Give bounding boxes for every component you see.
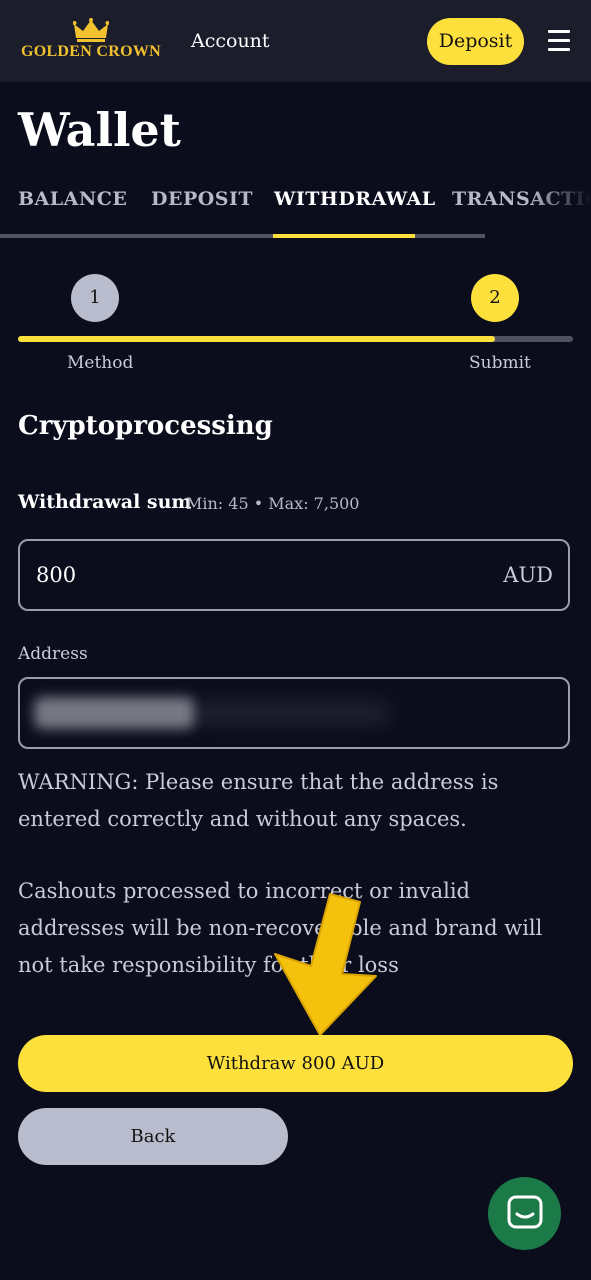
page-title: Wallet [18,103,181,157]
address-label: Address [18,644,88,664]
withdrawal-sum-label: Withdrawal sum [18,491,192,513]
brand-name: GOLDEN CROWN [20,43,162,60]
withdraw-button[interactable]: Withdraw 800 AUD [18,1035,573,1092]
redacted-address [34,697,194,729]
address-warning: WARNING: Please ensure that the address … [18,770,499,831]
step-1-label: Method [67,353,134,373]
currency-label: AUD [503,563,553,587]
step-progress-fill [18,336,496,342]
tabs-fade [531,182,591,240]
tab-deposit[interactable]: DEPOSIT [151,188,253,210]
tab-balance[interactable]: BALANCE [18,188,127,210]
step-2-label: Submit [469,353,531,373]
step-1-circle: 1 [71,274,119,322]
deposit-button[interactable]: Deposit [427,18,524,65]
crown-icon [73,18,109,42]
amount-input[interactable]: 800 AUD [18,539,570,611]
address-input[interactable] [18,677,570,749]
back-button[interactable]: Back [18,1108,288,1165]
account-link[interactable]: Account [191,30,270,52]
brand-logo[interactable]: GOLDEN CROWN [20,18,162,64]
wallet-tabs: BALANCE DEPOSIT WITHDRAWAL TRANSACTIONS [0,182,591,240]
withdrawal-limits: Min: 45 • Max: 7,500 [186,494,360,513]
chat-icon [507,1195,543,1229]
live-chat-button[interactable] [488,1177,561,1250]
step-2-circle: 2 [471,274,519,322]
pointer-arrow-icon [274,893,377,1036]
redacted-address-trail [190,703,390,723]
hamburger-menu-icon[interactable] [548,30,570,52]
active-tab-indicator [273,234,415,238]
step-progress-bar [18,336,573,342]
tab-withdrawal[interactable]: WITHDRAWAL [274,188,436,210]
top-bar: GOLDEN CROWN Account Deposit [0,0,591,82]
amount-value: 800 [36,563,77,587]
payment-method-title: Cryptoprocessing [18,411,273,441]
